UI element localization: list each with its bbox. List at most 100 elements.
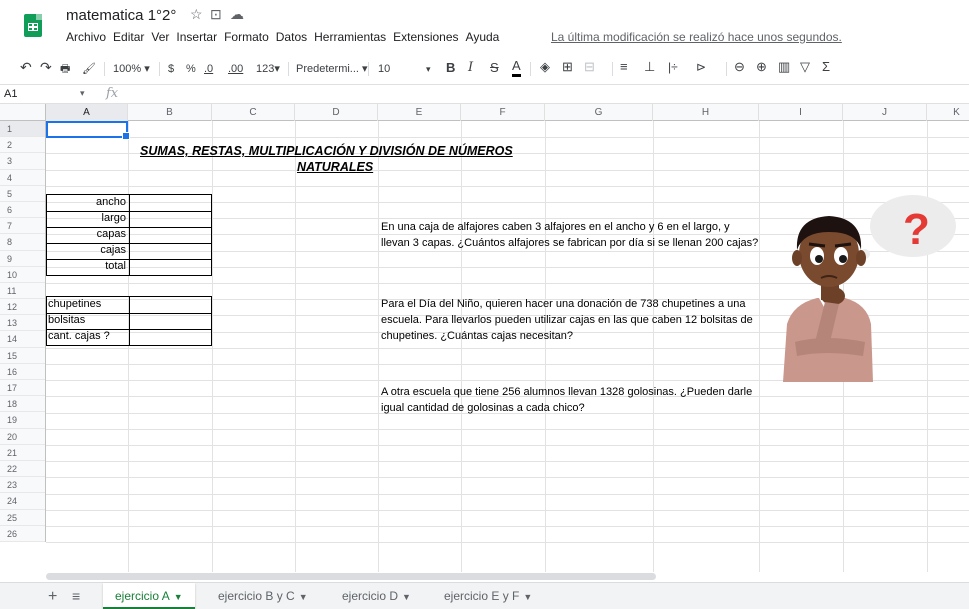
row-header[interactable]: 24 bbox=[0, 493, 45, 510]
name-box[interactable]: A1 bbox=[4, 88, 17, 100]
text-wrap-icon[interactable]: |÷ bbox=[668, 58, 678, 76]
more-formats-button[interactable]: 123▾ bbox=[256, 60, 280, 78]
font-size-select[interactable]: 10 bbox=[378, 60, 390, 78]
row-header[interactable]: 14 bbox=[0, 331, 45, 348]
merge-cells-icon[interactable]: ⊟ bbox=[584, 58, 595, 76]
decrease-decimals-button[interactable]: .0 bbox=[204, 60, 213, 78]
column-header[interactable]: H bbox=[653, 104, 759, 121]
column-header[interactable]: I bbox=[759, 104, 843, 121]
zoom-select[interactable]: 100% ▾ bbox=[113, 60, 150, 78]
column-header[interactable]: D bbox=[295, 104, 378, 121]
insert-chart-icon[interactable]: ▥ bbox=[778, 58, 790, 76]
undo-icon[interactable]: ↶ bbox=[20, 58, 32, 76]
row-header[interactable]: 6 bbox=[0, 202, 45, 219]
percent-button[interactable]: % bbox=[186, 60, 196, 78]
tab-ejercicio-e-y-f[interactable]: ejercicio E y F ▼ bbox=[444, 583, 532, 609]
column-header[interactable]: K bbox=[927, 104, 969, 121]
star-icon[interactable]: ☆ bbox=[190, 6, 203, 23]
column-header[interactable]: E bbox=[378, 104, 461, 121]
last-edit-link[interactable]: La última modificación se realizó hace u… bbox=[551, 30, 842, 44]
row-header[interactable]: 20 bbox=[0, 429, 45, 445]
row-header[interactable]: 3 bbox=[0, 153, 45, 170]
sheets-logo-icon[interactable] bbox=[24, 14, 42, 37]
select-all-corner[interactable] bbox=[0, 104, 46, 121]
font-select[interactable]: Predetermi... ▾ bbox=[296, 60, 368, 78]
tab-ejercicio-d[interactable]: ejercicio D ▼ bbox=[342, 583, 411, 609]
menu-editar[interactable]: Editar bbox=[113, 30, 144, 44]
row-header[interactable]: 17 bbox=[0, 380, 45, 397]
label-cant-cajas[interactable]: cant. cajas ? bbox=[48, 330, 110, 342]
menu-formato[interactable]: Formato bbox=[224, 30, 269, 44]
insert-comment-icon[interactable]: ⊕ bbox=[756, 58, 767, 76]
filter-icon[interactable]: ▽ bbox=[800, 58, 810, 76]
column-header[interactable]: C bbox=[212, 104, 295, 121]
row-header[interactable]: 1 bbox=[0, 121, 45, 138]
column-header[interactable]: B bbox=[128, 104, 212, 121]
tab-ejercicio-a[interactable]: ejercicio A ▼ bbox=[103, 583, 195, 609]
row-header[interactable]: 9 bbox=[0, 251, 45, 267]
move-to-folder-icon[interactable]: ⊡ bbox=[210, 6, 222, 23]
label-bolsitas[interactable]: bolsitas bbox=[48, 314, 85, 326]
redo-icon[interactable]: ↷ bbox=[40, 58, 52, 76]
row-header[interactable]: 4 bbox=[0, 170, 45, 186]
problem-3[interactable]: A otra escuela que tiene 256 alumnos lle… bbox=[381, 384, 752, 416]
row-header[interactable]: 19 bbox=[0, 412, 45, 429]
tab-ejercicio-b-y-c[interactable]: ejercicio B y C ▼ bbox=[218, 583, 308, 609]
text-rotation-icon[interactable]: ⊳ bbox=[696, 58, 706, 76]
menu-extensiones[interactable]: Extensiones bbox=[393, 30, 458, 44]
row-header[interactable]: 15 bbox=[0, 348, 45, 364]
row-header[interactable]: 22 bbox=[0, 461, 45, 478]
row-header[interactable]: 23 bbox=[0, 477, 45, 494]
increase-decimals-button[interactable]: .00 bbox=[228, 60, 243, 78]
label-total[interactable]: total bbox=[50, 260, 126, 272]
column-header[interactable]: J bbox=[843, 104, 927, 121]
label-chupetines[interactable]: chupetines bbox=[48, 298, 101, 310]
thinking-boy-illustration[interactable]: ? bbox=[775, 192, 969, 382]
document-title[interactable]: matematica 1°2° bbox=[66, 7, 176, 24]
column-header[interactable]: A bbox=[46, 104, 128, 121]
name-box-dropdown-icon[interactable]: ▾ bbox=[80, 88, 85, 99]
row-header[interactable]: 25 bbox=[0, 510, 45, 526]
menu-archivo[interactable]: Archivo bbox=[66, 30, 106, 44]
row-header[interactable]: 5 bbox=[0, 186, 45, 202]
add-sheet-button[interactable]: + bbox=[48, 583, 57, 609]
menu-insertar[interactable]: Insertar bbox=[176, 30, 217, 44]
row-header[interactable]: 13 bbox=[0, 315, 45, 332]
currency-button[interactable]: $ bbox=[168, 60, 174, 78]
row-header[interactable]: 8 bbox=[0, 234, 45, 251]
insert-link-icon[interactable]: ⊖ bbox=[734, 58, 745, 76]
row-header[interactable]: 7 bbox=[0, 218, 45, 235]
label-cajas[interactable]: cajas bbox=[50, 244, 126, 256]
horizontal-align-icon[interactable]: ≡ bbox=[620, 58, 628, 76]
print-icon[interactable]: 🖶 bbox=[60, 60, 70, 78]
functions-icon[interactable]: Σ bbox=[822, 58, 830, 76]
label-capas[interactable]: capas bbox=[50, 228, 126, 240]
selected-cell-a1[interactable] bbox=[46, 121, 130, 140]
row-header[interactable]: 2 bbox=[0, 137, 45, 154]
menu-herramientas[interactable]: Herramientas bbox=[314, 30, 386, 44]
label-largo[interactable]: largo bbox=[50, 212, 126, 224]
row-header[interactable]: 26 bbox=[0, 526, 45, 542]
row-header[interactable]: 11 bbox=[0, 283, 45, 300]
column-header[interactable]: F bbox=[461, 104, 545, 121]
menu-ver[interactable]: Ver bbox=[151, 30, 169, 44]
problem-2[interactable]: Para el Día del Niño, quieren hacer una … bbox=[381, 296, 753, 344]
italic-button[interactable]: I bbox=[468, 59, 473, 77]
fill-color-icon[interactable]: ◈ bbox=[540, 58, 550, 76]
text-color-button[interactable]: A bbox=[512, 58, 521, 77]
column-header[interactable]: G bbox=[545, 104, 653, 121]
cloud-status-icon[interactable]: ☁ bbox=[230, 6, 244, 23]
row-header[interactable]: 18 bbox=[0, 396, 45, 413]
horizontal-scrollbar[interactable] bbox=[46, 573, 656, 580]
problem-1[interactable]: En una caja de alfajores caben 3 alfajor… bbox=[381, 219, 758, 251]
font-size-dropdown-icon[interactable]: ▾ bbox=[426, 60, 431, 78]
menu-datos[interactable]: Datos bbox=[276, 30, 307, 44]
borders-icon[interactable]: ⊞ bbox=[562, 58, 573, 76]
paint-format-icon[interactable]: 🖌 bbox=[82, 60, 96, 78]
bold-button[interactable]: B bbox=[446, 59, 455, 77]
strikethrough-button[interactable]: S bbox=[490, 59, 499, 77]
menu-ayuda[interactable]: Ayuda bbox=[466, 30, 500, 44]
row-header[interactable]: 10 bbox=[0, 267, 45, 283]
row-header[interactable]: 16 bbox=[0, 364, 45, 380]
row-header[interactable]: 21 bbox=[0, 445, 45, 461]
